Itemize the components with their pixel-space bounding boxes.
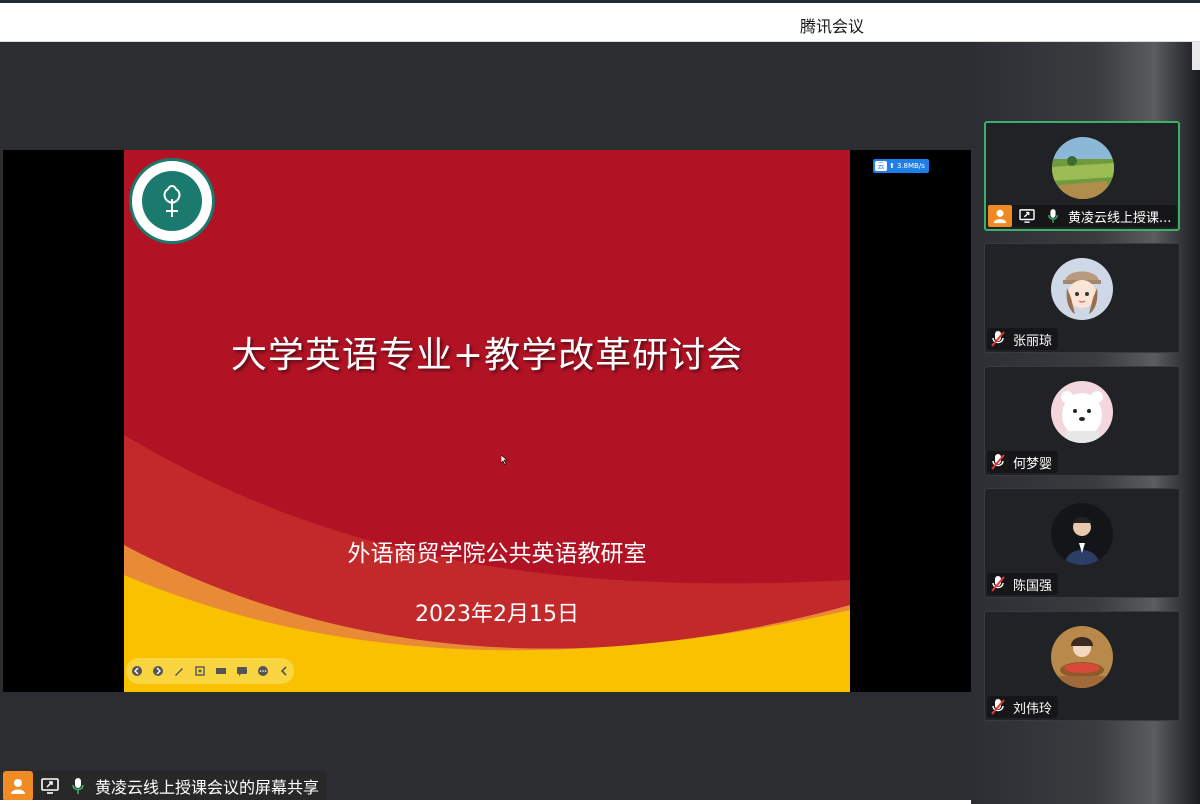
slideshow-toolbar [126, 658, 294, 684]
upload-arrow-icon: ⬆ [889, 162, 895, 170]
microphone-on-icon [1042, 205, 1064, 227]
participant-name: 黄凌云线上授课... [1068, 210, 1172, 226]
participant-name: 何梦婴 [1013, 456, 1053, 472]
mouse-cursor-icon [501, 455, 508, 465]
comment-icon[interactable] [235, 664, 249, 678]
tree-emblem-icon [142, 171, 202, 231]
more-options-icon[interactable] [256, 664, 270, 678]
participant-tile[interactable]: 陈国强 [984, 488, 1180, 598]
slide-subtitle: 外语商贸学院公共英语教研室 [347, 541, 647, 567]
participant-tile[interactable]: 何梦婴 [984, 366, 1180, 476]
title-bar: 腾讯会议 [0, 3, 1200, 42]
host-user-icon [3, 771, 33, 801]
screen-share-label: 黄凌云线上授课会议的屏幕共享 [3, 771, 328, 801]
participant-name: 刘伟玲 [1013, 701, 1053, 717]
participant-name-bar: 陈国强 [987, 573, 1059, 595]
bear-avatar [1051, 381, 1113, 443]
microphone-on-icon [67, 775, 89, 797]
previous-slide-icon[interactable] [130, 664, 144, 678]
presentation-slide: 大学英语专业+教学改革研讨会 外语商贸学院公共英语教研室 2023年2月15日 [124, 150, 850, 692]
sidebar-scrollbar[interactable] [1192, 42, 1200, 70]
next-slide-icon[interactable] [151, 664, 165, 678]
participant-name: 陈国强 [1013, 578, 1053, 594]
window-title: 腾讯会议 [799, 17, 864, 36]
participant-name-bar: 黄凌云线上授课... [988, 205, 1178, 227]
bottom-edge [0, 800, 971, 804]
screen-icon[interactable] [214, 664, 228, 678]
participant-name: 张丽琼 [1013, 333, 1053, 349]
microphone-muted-icon [987, 451, 1009, 473]
participant-name-bar: 何梦婴 [987, 451, 1059, 473]
slide-title: 大学英语专业+教学改革研讨会 [230, 335, 744, 376]
woman-food-avatar [1051, 626, 1113, 688]
microphone-muted-icon [987, 696, 1009, 718]
screen-share-area[interactable]: 大学英语专业+教学改革研讨会 外语商贸学院公共英语教研室 2023年2月15日 [3, 150, 971, 692]
participant-tile[interactable]: 张丽琼 [984, 243, 1180, 353]
screen-share-icon [1016, 205, 1038, 227]
zoom-icon[interactable] [193, 664, 207, 678]
landscape-avatar [1052, 137, 1114, 199]
screen-share-icon [39, 775, 61, 797]
college-logo [129, 158, 215, 244]
network-speed-badge: 云 ⬆ 3.8MB/s [873, 159, 929, 173]
microphone-muted-icon [987, 573, 1009, 595]
tencent-meeting-window: 腾讯会议 大学英语专业+教学改革研讨会 外语商贸学院公共英语教研室 2023年2… [0, 0, 1200, 804]
microphone-muted-icon [987, 328, 1009, 350]
participant-name-bar: 刘伟玲 [987, 696, 1059, 718]
host-user-icon [988, 205, 1012, 227]
participant-name-bar: 张丽琼 [987, 328, 1059, 350]
participant-tile[interactable]: 刘伟玲 [984, 611, 1180, 721]
pen-icon[interactable] [172, 664, 186, 678]
network-speed-text: 3.8MB/s [896, 162, 925, 170]
girl-cap-avatar [1051, 258, 1113, 320]
slide-date: 2023年2月15日 [415, 602, 579, 627]
man-suit-avatar [1051, 503, 1113, 565]
collapse-toolbar-icon[interactable] [277, 664, 291, 678]
main-stage: 大学英语专业+教学改革研讨会 外语商贸学院公共英语教研室 2023年2月15日 [3, 42, 971, 804]
screen-share-owner-text: 黄凌云线上授课会议的屏幕共享 [95, 778, 320, 797]
cloud-icon: 云 [875, 161, 887, 171]
participant-tile[interactable]: 黄凌云线上授课... [984, 121, 1180, 231]
participant-video-sidebar: 黄凌云线上授课... 张丽琼 何梦婴 陈国强 刘伟玲 [971, 42, 1200, 804]
